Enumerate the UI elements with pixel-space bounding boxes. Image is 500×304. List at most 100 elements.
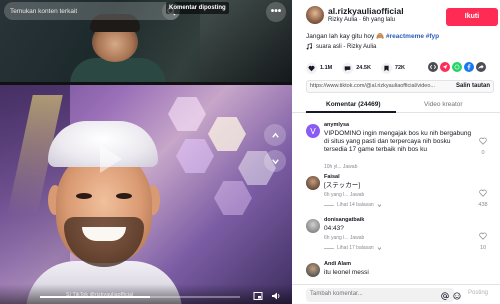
reply-line bbox=[324, 204, 334, 206]
more-options-button[interactable]: ••• bbox=[266, 2, 286, 22]
caption-text: Jangan lah kay gitu hoy 🙈 bbox=[306, 33, 385, 40]
comment-meta[interactable]: 6h yang l... Jawab bbox=[324, 192, 364, 198]
view-replies-button[interactable]: Lihat 17 balasan bbox=[324, 245, 382, 251]
comment-text: itu leonel messi bbox=[324, 269, 369, 276]
emoji-icon[interactable] bbox=[452, 291, 461, 300]
hexagon-light bbox=[214, 181, 252, 215]
comment-icon[interactable] bbox=[342, 62, 354, 74]
avatar[interactable] bbox=[306, 263, 320, 277]
comment-input-placeholder: Tambah komentar... bbox=[310, 291, 363, 297]
video-controls-overlay bbox=[0, 284, 292, 304]
volume-button[interactable] bbox=[270, 290, 282, 302]
comment-author[interactable]: donisangatbaik bbox=[324, 217, 364, 223]
bookmark-icon[interactable] bbox=[380, 62, 392, 74]
comment-like-button[interactable]: 10 bbox=[474, 227, 492, 251]
video-player[interactable]: Temukan konten terkait Komentar dipostin… bbox=[0, 0, 292, 304]
follow-button[interactable]: Ikuti bbox=[446, 8, 498, 26]
view-replies-label: Lihat 14 balasan bbox=[337, 202, 374, 208]
person-beard bbox=[64, 217, 144, 267]
tab-creator-videos[interactable]: Video kreator bbox=[424, 101, 463, 108]
heart-outline-icon bbox=[479, 189, 487, 197]
hexagon-light bbox=[208, 117, 246, 151]
details-panel: al.rizkyauliaofficial Rizky Aulia · 6h y… bbox=[292, 0, 500, 304]
send-icon[interactable] bbox=[440, 62, 450, 72]
comment-author[interactable]: anymlysa bbox=[324, 122, 349, 128]
comment-author[interactable]: Faisal bbox=[324, 174, 340, 180]
pip-icon bbox=[253, 292, 263, 300]
comment-count: 24.5K bbox=[356, 65, 371, 71]
related-search-bar[interactable]: Temukan konten terkait bbox=[4, 2, 180, 20]
view-replies-button[interactable]: Lihat 14 balasan bbox=[324, 202, 382, 208]
heart-outline-icon bbox=[479, 232, 487, 240]
like-count: 1.1M bbox=[320, 65, 333, 71]
copy-link-box: https://www.tiktok.com/@al.rizkyauliaoff… bbox=[306, 80, 494, 93]
svg-text:V: V bbox=[310, 127, 316, 136]
reply-line bbox=[324, 247, 334, 249]
person-shirt bbox=[70, 58, 166, 84]
video-link[interactable]: https://www.tiktok.com/@al.rizkyauliaoff… bbox=[310, 83, 452, 89]
video-bottom-pane bbox=[0, 85, 292, 304]
hexagon-light bbox=[176, 139, 214, 173]
engagement-stats: 1.1M 24.5K 72K bbox=[306, 62, 496, 74]
progress-bar[interactable] bbox=[40, 296, 240, 298]
comment-item: donisangatbaik 04:43? 6h yang l... Jawab… bbox=[306, 217, 500, 257]
heart-outline-icon bbox=[479, 137, 487, 145]
pinned-comment-badge: Komentar diposting bbox=[166, 2, 229, 14]
comment-like-count: 438 bbox=[478, 202, 488, 208]
share-arrow-icon[interactable] bbox=[476, 62, 486, 72]
next-video-button[interactable] bbox=[264, 150, 286, 172]
comment-author[interactable]: Andi Alam bbox=[324, 261, 351, 267]
chevron-down-icon bbox=[377, 203, 382, 207]
music-note-icon bbox=[306, 43, 312, 50]
comment-meta[interactable]: 10h yl... Jawab bbox=[324, 164, 357, 170]
avatar[interactable] bbox=[306, 6, 324, 24]
hexagon-light bbox=[168, 97, 206, 131]
tabs: Komentar (24469) Video kreator bbox=[292, 99, 500, 113]
comment-composer: Tambah komentar... Posting bbox=[292, 284, 500, 304]
avatar[interactable]: V bbox=[306, 124, 320, 138]
comment-stat[interactable]: 24.5K bbox=[342, 62, 371, 74]
whatsapp-icon[interactable] bbox=[452, 62, 462, 72]
chevron-down-icon bbox=[377, 246, 382, 250]
active-tab-indicator bbox=[306, 111, 396, 113]
avatar[interactable] bbox=[306, 176, 320, 190]
author-subtitle: Rizky Aulia · 6h yang lalu bbox=[328, 17, 396, 23]
facebook-icon[interactable] bbox=[464, 62, 474, 72]
comment-item: Andi Alam itu leonel messi bbox=[306, 261, 500, 283]
comment-input[interactable]: Tambah komentar... bbox=[306, 288, 461, 302]
person-eye bbox=[76, 193, 92, 199]
comment-item: V anymlysa VIPDOMINO ingin mengajak bos … bbox=[306, 122, 500, 174]
avatar[interactable] bbox=[306, 219, 320, 233]
volume-icon bbox=[272, 292, 280, 300]
author-username[interactable]: al.rizkyauliaofficial bbox=[328, 6, 404, 16]
sound-link[interactable]: suara asli - Rizky Aulia bbox=[306, 43, 376, 50]
embed-icon[interactable] bbox=[428, 62, 438, 72]
comment-like-button[interactable]: 0 bbox=[474, 132, 492, 156]
related-search-placeholder: Temukan konten terkait bbox=[10, 7, 78, 15]
bookmark-count: 72K bbox=[394, 65, 406, 71]
bookmark-stat[interactable]: 72K bbox=[380, 62, 406, 74]
play-icon[interactable] bbox=[100, 145, 122, 173]
progress-fill bbox=[40, 296, 150, 298]
post-caption: Jangan lah kay gitu hoy 🙈 #reactmeme #fy… bbox=[306, 32, 439, 40]
comment-meta[interactable]: 6h yang l... Jawab bbox=[324, 235, 364, 241]
tab-comments[interactable]: Komentar (24469) bbox=[326, 101, 381, 108]
picture-in-picture-button[interactable] bbox=[252, 290, 264, 302]
comment-item: Faisal [ステッカー] 6h yang l... Jawab Lihat … bbox=[306, 174, 500, 212]
like-stat[interactable]: 1.1M bbox=[306, 62, 333, 74]
chevron-up-icon bbox=[271, 132, 279, 138]
sound-name: suara asli - Rizky Aulia bbox=[316, 43, 377, 50]
comment-list: V anymlysa VIPDOMINO ingin mengajak bos … bbox=[292, 116, 500, 284]
comment-like-count: 10 bbox=[479, 245, 487, 251]
caption-hashtags[interactable]: #reactmeme #fyp bbox=[386, 33, 439, 40]
view-replies-label: Lihat 17 balasan bbox=[337, 245, 374, 251]
heart-icon[interactable] bbox=[306, 62, 317, 74]
mention-icon[interactable] bbox=[440, 291, 449, 300]
comment-text: [ステッカー] bbox=[324, 182, 361, 189]
comment-like-count: 0 bbox=[481, 150, 485, 156]
comment-like-button[interactable]: 438 bbox=[474, 184, 492, 208]
copy-link-button[interactable]: Salin tautan bbox=[456, 83, 490, 89]
previous-video-button[interactable] bbox=[264, 124, 286, 146]
post-comment-button[interactable]: Posting bbox=[468, 290, 488, 296]
chevron-down-icon bbox=[271, 158, 279, 164]
